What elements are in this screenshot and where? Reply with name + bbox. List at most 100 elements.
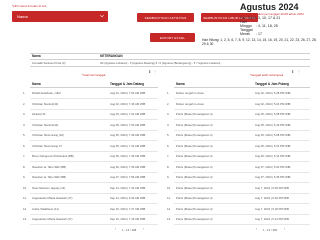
divider xyxy=(174,87,310,88)
row-name: Angesanian Mheta Hasarah (17) xyxy=(32,196,73,200)
row-divider xyxy=(174,213,310,214)
row-date: Sep 14, 2024 | 6.40 AM WIB xyxy=(110,196,146,200)
row-date: Aug 02, 2024 | 5.28 PM WIB xyxy=(255,91,291,95)
summary-row-note: Ok (Agustus Lebaran) - 5 (Agustus Meetin… xyxy=(100,61,221,65)
menu-icon[interactable]: ⋮ xyxy=(153,69,157,74)
row-divider xyxy=(174,150,310,151)
name-select[interactable]: Nama xyxy=(12,11,108,22)
row-name: Petris (Masa (Penanganan 4) xyxy=(176,175,213,179)
row-number: 12. xyxy=(167,206,171,211)
row-name: Petris (Masa (Penanganan 4) xyxy=(176,112,213,116)
row-name: Petris (Masa (Penanganan 4) xyxy=(176,133,213,137)
row-divider xyxy=(174,140,310,141)
download-icon[interactable]: ⬇ xyxy=(148,69,151,74)
stat-minggu: Hari Minggu: 4, 11, 18, 25 xyxy=(240,20,278,28)
row-number: 8. xyxy=(23,164,26,169)
row-name: Petris (Masa (Penanganan 4) xyxy=(176,164,213,169)
row-number: 6. xyxy=(23,143,26,148)
summary-header-note: KETERANGAN xyxy=(100,54,123,58)
right-header-name: Nama xyxy=(176,82,185,86)
row-name: Petris (Masa (Penanganan 4) xyxy=(176,217,213,221)
stat-merah: Tanggal Merah: 17 xyxy=(240,28,262,36)
row-name: Ruben tengah tu dosa xyxy=(176,101,204,106)
row-name: Bruno Menga lai Christinaria (BB) xyxy=(32,154,74,158)
row-divider xyxy=(174,119,310,120)
row-divider xyxy=(174,192,310,193)
row-number: 2. xyxy=(23,101,26,106)
row-number: 4. xyxy=(167,122,170,127)
row-number: 13. xyxy=(23,217,27,221)
row-date: Aug 05, 2024 | 7.45 AM WIB xyxy=(110,154,146,158)
row-date: Aug 7, 2024 | 5.18 PM WIB xyxy=(255,206,289,211)
row-date: Aug 03, 2024 | 7.02 AM WIB xyxy=(110,112,146,116)
divider xyxy=(30,53,310,54)
summary-row-name: Arvinaldi Santoso Putra (3) xyxy=(32,61,66,65)
month-title: Agustus 2024 xyxy=(240,2,299,12)
row-number: 9. xyxy=(167,175,170,179)
row-divider xyxy=(174,129,310,130)
row-number: 13. xyxy=(167,217,171,221)
row-date: Aug 7, 2024 | 5.06 PM WIB xyxy=(255,185,289,190)
row-divider xyxy=(174,182,310,183)
next-page-icon[interactable]: › xyxy=(284,227,285,231)
row-name: Christian Situmorang 47 xyxy=(32,143,63,148)
row-date: Aug 05, 2024 | 5.08 PM WIB xyxy=(255,112,291,116)
row-number: 5. xyxy=(23,133,26,137)
row-number: 2. xyxy=(167,101,170,106)
row-name: Christian Sianturi(42) xyxy=(32,101,59,106)
download-icon[interactable]: ⬇ xyxy=(291,69,294,74)
row-number: 7. xyxy=(167,154,170,158)
row-number: 11. xyxy=(23,196,27,200)
row-divider xyxy=(30,161,158,162)
row-number: 7. xyxy=(23,154,26,158)
menu-icon[interactable]: ⋮ xyxy=(297,69,301,74)
left-table-caption: *total hari tanggal xyxy=(82,73,106,77)
row-name: Rizaldi Hasibuan, cdfdt xyxy=(32,91,61,95)
row-divider xyxy=(30,108,158,109)
row-divider xyxy=(174,161,310,162)
row-name: Petris (Masa (Penanganan 4) xyxy=(176,196,213,200)
row-divider xyxy=(174,171,310,172)
export-excel-button[interactable]: EXPORT EXCEL xyxy=(150,33,195,42)
divider xyxy=(30,66,310,67)
row-divider xyxy=(30,98,158,99)
show-activity-button[interactable]: SEMBUNYIKAN AKTIFITAS xyxy=(137,13,194,22)
row-name: Petris (Masa (Penanganan 4) xyxy=(176,143,213,148)
row-number: 5. xyxy=(167,133,170,137)
row-date: Aug 05, 2024 | 5.43 PM WIB xyxy=(255,122,291,127)
row-number: 10. xyxy=(167,185,171,190)
left-pager: 1 - 13 / 198 xyxy=(122,228,137,232)
left-header-name: Nama xyxy=(32,82,41,86)
row-divider xyxy=(30,203,158,204)
row-name: Note Nasution Jaguay (13) xyxy=(32,185,66,190)
row-divider xyxy=(30,224,158,225)
row-divider xyxy=(30,171,158,172)
row-divider xyxy=(30,140,158,141)
row-name: Ruben tengah tu dosa xyxy=(176,91,204,95)
row-name: Hirawan M xyxy=(32,112,46,116)
prev-page-icon[interactable]: ‹ xyxy=(115,227,116,231)
row-date: Sep 16, 2024 | 7.15 AM WIB xyxy=(110,217,146,221)
row-divider xyxy=(30,150,158,151)
row-divider xyxy=(30,182,158,183)
row-date: Aug 06, 2024 | 5.14 PM WIB xyxy=(255,154,291,158)
row-date: Aug 07, 2024 | 7.56 AM WIB xyxy=(110,175,146,179)
hari-hitung: Hari Hitung: 1, 2, 5, 6, 7, 8, 9, 12, 13… xyxy=(202,38,317,46)
row-number: 9. xyxy=(23,175,26,179)
row-number: 12. xyxy=(23,206,27,211)
row-date: Sep 15, 2024 | 7.27 AM WIB xyxy=(110,206,146,211)
right-table-caption: *tanggal telah terlampaui xyxy=(250,73,284,77)
next-page-icon[interactable]: › xyxy=(143,227,144,231)
row-name: Angesanian Mheta Hasarah (17) xyxy=(32,217,73,221)
row-number: 6. xyxy=(167,143,170,148)
row-date: Aug 07, 2024 | 5.02 PM WIB xyxy=(255,164,291,169)
row-date: Aug 01, 2024 | 7.53 AM WIB xyxy=(110,91,146,95)
row-number: 1. xyxy=(23,91,26,95)
prev-page-icon[interactable]: ‹ xyxy=(256,227,257,231)
row-divider xyxy=(174,224,310,225)
chevron-down-icon xyxy=(100,14,104,18)
row-name: Petris (Masa (Penanganan 4) xyxy=(176,154,213,158)
row-date: Aug 05, 2024 | 7.50 AM WIB xyxy=(110,122,146,127)
row-date: Aug 02, 2024 | 5.04 PM WIB xyxy=(255,101,291,106)
row-name: Christian Situmorang (42) xyxy=(32,133,64,137)
